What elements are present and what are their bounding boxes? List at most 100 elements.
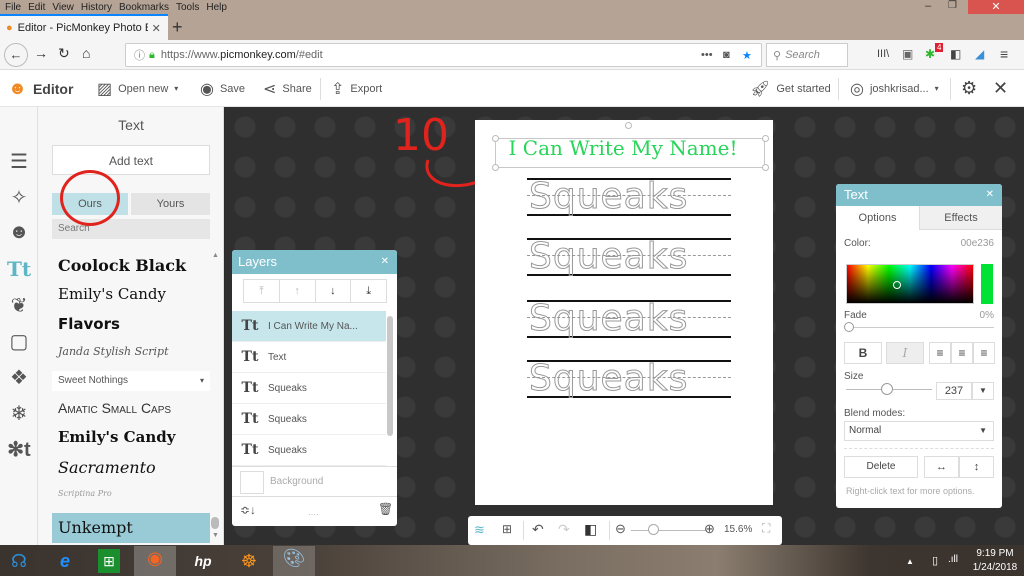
document-page[interactable]: I Can Write My Name! Squeaks Squeaks Squ…: [475, 120, 773, 505]
touch-up-face-icon[interactable]: ☻: [0, 221, 38, 244]
grid-icon[interactable]: ⊞: [502, 522, 512, 536]
paint-icon[interactable]: 🎨︎: [273, 546, 315, 576]
window-close-button[interactable]: ✕: [968, 0, 1024, 14]
effects-wand-icon[interactable]: ✧: [0, 185, 38, 210]
zoom-slider-handle[interactable]: [648, 524, 659, 535]
layer-row[interactable]: Tt Squeaks: [232, 404, 386, 435]
font-item[interactable]: Janda Stylish Script: [58, 345, 169, 358]
align-left-icon[interactable]: ≡: [929, 342, 951, 364]
size-dropdown-icon[interactable]: ▼: [972, 382, 994, 400]
tab-close-icon[interactable]: ✕: [152, 22, 161, 35]
font-item[interactable]: Sacramento: [58, 458, 156, 477]
layers-scrollbar[interactable]: [387, 316, 393, 436]
hp-icon[interactable]: hp: [188, 549, 218, 573]
color-picker-handle[interactable]: [893, 281, 901, 289]
italic-button[interactable]: I: [886, 342, 924, 364]
flip-vertical-icon[interactable]: ↕: [959, 456, 994, 478]
resize-handle[interactable]: [762, 164, 769, 171]
menu-bookmarks[interactable]: Bookmarks: [119, 2, 169, 13]
overlays-butterfly-icon[interactable]: ❦: [0, 293, 38, 318]
font-item[interactable]: Flavors: [58, 315, 120, 333]
trash-icon[interactable]: 🗑︎: [378, 502, 393, 516]
bookmark-star-icon[interactable]: ★: [742, 49, 752, 62]
textures-icon[interactable]: ❖: [0, 365, 38, 390]
layer-row[interactable]: Tt Text: [232, 342, 386, 373]
info-icon[interactable]: ⓘ: [134, 47, 145, 63]
scrollbar-thumb[interactable]: [211, 517, 219, 529]
merge-layers-icon[interactable]: ≎↓: [240, 503, 256, 517]
sidebar-icon[interactable]: ◧: [950, 47, 961, 61]
send-backward-icon[interactable]: ↓: [316, 280, 352, 302]
hamburger-menu-icon[interactable]: ≡: [1000, 46, 1008, 62]
clock-time[interactable]: 9:19 PM: [970, 548, 1020, 559]
menu-edit[interactable]: Edit: [28, 2, 45, 13]
minimize-button[interactable]: –: [925, 0, 931, 12]
close-editor-icon[interactable]: ✕: [993, 70, 1008, 107]
fade-slider-handle[interactable]: [844, 322, 854, 332]
close-icon[interactable]: ✕: [986, 184, 994, 206]
helm-app-icon[interactable]: ☸: [234, 549, 264, 573]
canvas-title-text[interactable]: I Can Write My Name!: [493, 136, 753, 160]
text-options-header[interactable]: Text ✕: [836, 184, 1002, 206]
url-bar[interactable]: ⓘ 🔒︎ https://www. picmonkey.com/#edit •••…: [125, 43, 762, 67]
screenshot-icon[interactable]: ▣: [902, 47, 913, 61]
zoom-slider-track[interactable]: [631, 530, 707, 531]
menu-help[interactable]: Help: [206, 2, 227, 13]
tab-effects[interactable]: Effects: [919, 206, 1002, 230]
align-center-icon[interactable]: ≡: [951, 342, 973, 364]
clock-date[interactable]: 1/24/2018: [970, 562, 1020, 573]
show-hidden-icons[interactable]: ▲: [906, 557, 914, 566]
adjustments-sliders-icon[interactable]: ☰: [0, 149, 38, 174]
rotate-handle[interactable]: [625, 122, 632, 129]
practice-line[interactable]: Squeaks: [527, 176, 731, 218]
close-icon[interactable]: ✕: [381, 250, 389, 274]
save-button[interactable]: ◉ Save: [200, 70, 245, 107]
reload-button[interactable]: ↻: [58, 45, 70, 62]
tumblr-icon[interactable]: ✻t: [0, 437, 38, 462]
scroll-up-arrow[interactable]: ▲: [212, 252, 219, 259]
size-value-input[interactable]: 237: [936, 382, 972, 400]
support-headset-icon[interactable]: ☊: [4, 549, 34, 573]
bring-forward-icon[interactable]: ↑: [280, 280, 316, 302]
send-to-back-icon[interactable]: ⤓: [351, 280, 386, 302]
font-item[interactable]: Coolock Black: [58, 256, 186, 275]
background-layer-row[interactable]: Background: [232, 466, 397, 497]
font-item-selected-dropdown[interactable]: Sweet Nothings ▾: [52, 371, 210, 391]
user-menu-button[interactable]: ◎ joshkrisad... ▾: [850, 70, 939, 107]
font-item-active[interactable]: Unkempt: [52, 513, 210, 543]
menu-file[interactable]: File: [5, 2, 21, 13]
extension-icon[interactable]: ✱: [925, 47, 935, 61]
font-item[interactable]: Scriptina Pro: [58, 489, 112, 498]
brand[interactable]: ☻ Editor: [8, 70, 73, 107]
new-tab-button[interactable]: +: [172, 17, 183, 38]
bird-extension-icon[interactable]: ◢: [975, 47, 984, 61]
blend-mode-select[interactable]: Normal ▼: [844, 421, 994, 441]
layer-row-selected[interactable]: Tt I Can Write My Na...: [232, 311, 386, 342]
share-button[interactable]: ⋖ Share: [263, 70, 312, 107]
practice-line[interactable]: Squeaks: [527, 298, 731, 340]
browser-tab[interactable]: ● Editor - PicMonkey Photo Edito ✕: [0, 14, 168, 40]
settings-gear-icon[interactable]: ⚙: [961, 70, 977, 107]
font-item[interactable]: Amatic Small Caps: [58, 400, 171, 416]
open-new-button[interactable]: ▨ Open new ▾: [97, 70, 178, 107]
export-button[interactable]: ⇪ Export: [331, 70, 382, 107]
resize-handle[interactable]: [492, 164, 499, 171]
delete-button[interactable]: Delete: [844, 456, 918, 478]
firefox-icon[interactable]: ◉: [134, 546, 176, 576]
text-tool-icon[interactable]: Tt: [0, 257, 38, 281]
layer-row[interactable]: Tt Squeaks: [232, 373, 386, 404]
font-item[interactable]: Emily's Candy: [58, 285, 166, 303]
fullscreen-icon[interactable]: ⛶: [762, 521, 770, 536]
resize-grip[interactable]: ····: [308, 510, 319, 519]
tab-options[interactable]: Options: [836, 206, 919, 230]
bold-button[interactable]: B: [844, 342, 882, 364]
layers-toggle-icon[interactable]: ≋: [474, 522, 485, 538]
restore-button[interactable]: ❐: [948, 0, 957, 11]
menu-tools[interactable]: Tools: [176, 2, 199, 13]
undo-icon[interactable]: ↶: [532, 521, 544, 538]
color-hex-value[interactable]: 00e236: [961, 238, 994, 249]
frames-icon[interactable]: ▢: [0, 329, 38, 354]
bring-to-front-icon[interactable]: ⤒: [244, 280, 280, 302]
fade-slider-track[interactable]: [848, 327, 994, 328]
layers-header[interactable]: Layers ✕: [232, 250, 397, 274]
